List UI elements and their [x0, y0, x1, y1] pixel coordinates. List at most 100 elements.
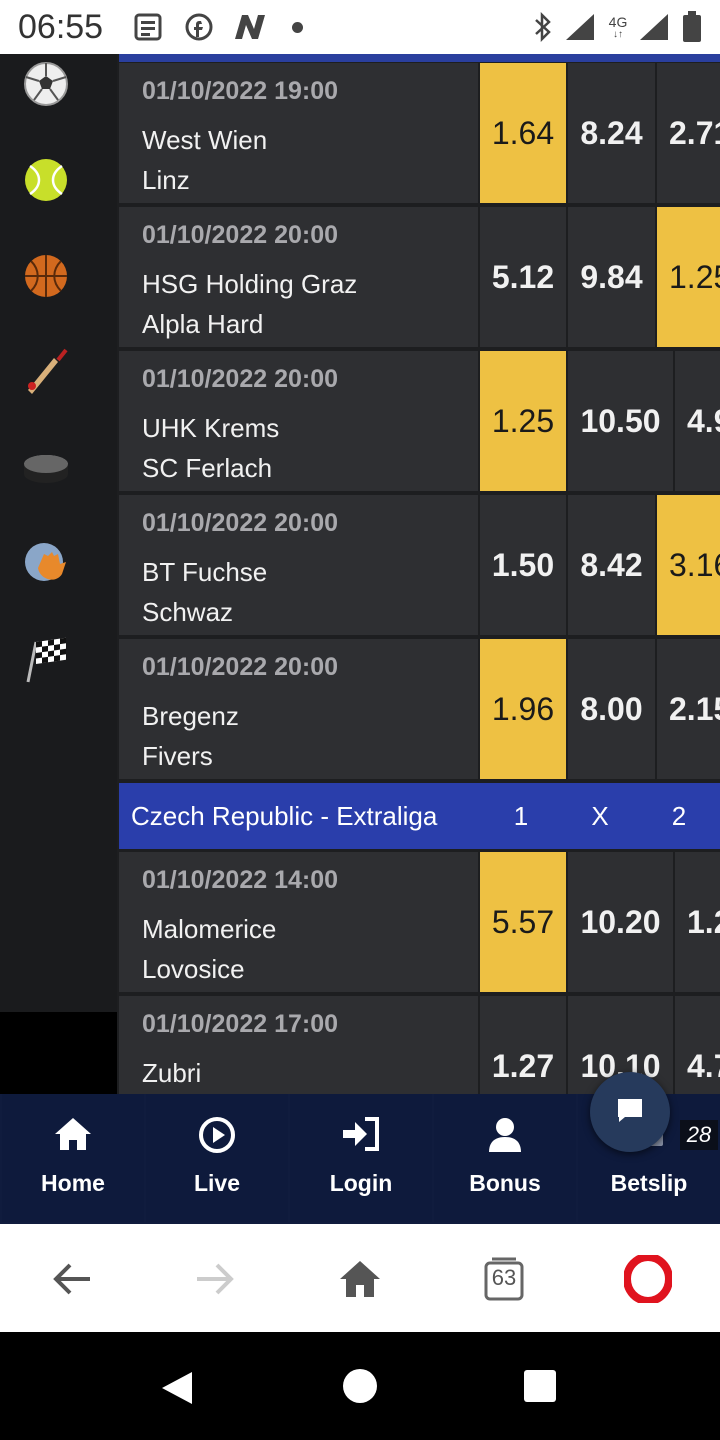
odd-draw-button[interactable]: 9.84 [568, 207, 655, 347]
browser-toolbar [0, 1224, 720, 1332]
nav-login[interactable]: Login [290, 1094, 432, 1222]
user-icon [434, 1116, 576, 1156]
home-team: HSG Holding Graz [142, 269, 358, 299]
match-row[interactable]: 01/10/2022 20:00 HSG Holding Graz Alpla … [119, 207, 720, 347]
status-time: 06:55 [18, 8, 104, 46]
opera-icon[interactable] [623, 1254, 673, 1304]
league-name: Czech Republic - Extraliga [131, 801, 438, 831]
odd-away-button[interactable]: 2.15 [657, 639, 720, 779]
play-circle-icon [146, 1116, 288, 1156]
match-row[interactable]: 01/10/2022 20:00 BT Fuchse Schwaz 1.50 8… [119, 495, 720, 635]
signal-icon [562, 12, 598, 42]
match-info[interactable]: 01/10/2022 14:00 Malomerice Lovosice [119, 852, 478, 992]
cricket-icon[interactable] [22, 348, 70, 396]
odd-away-button[interactable]: 2.71 [657, 63, 720, 203]
match-list: 01/10/2022 19:00 West Wien Linz 1.64 8.2… [119, 54, 720, 1094]
bluetooth-icon [530, 12, 556, 42]
nav-bonus[interactable]: Bonus [434, 1094, 576, 1222]
nav-live-label: Live [193, 1170, 241, 1196]
odd-draw-button[interactable]: 8.00 [568, 639, 655, 779]
home-team: Zubri [142, 1058, 202, 1088]
odd-away-button[interactable]: 1.2 [675, 852, 720, 992]
match-info[interactable]: 01/10/2022 20:00 Bregenz Fivers [119, 639, 478, 779]
status-bar: 06:55 4G ↓↑ [0, 0, 720, 54]
network-type-label: 4G [608, 14, 628, 30]
betslip-count-badge: 28 [680, 1120, 718, 1150]
tennis-icon[interactable] [22, 156, 70, 204]
news-icon [132, 12, 166, 42]
recents-square-icon[interactable] [522, 1368, 558, 1409]
match-datetime: 01/10/2022 20:00 [142, 509, 339, 537]
column-draw-label: X [591, 801, 609, 831]
home-circle-icon[interactable] [340, 1366, 380, 1411]
sidebar-footer [0, 1012, 117, 1094]
match-datetime: 01/10/2022 19:00 [142, 77, 339, 105]
battery-icon [680, 11, 704, 42]
back-triangle-icon[interactable] [158, 1368, 198, 1413]
match-datetime: 01/10/2022 17:00 [142, 1010, 339, 1038]
odd-away-button[interactable]: 4.7 [675, 996, 720, 1094]
column-home-label: 1 [513, 801, 529, 831]
odd-draw-button[interactable]: 8.42 [568, 495, 655, 635]
match-info[interactable]: 01/10/2022 17:00 Zubri [119, 996, 478, 1094]
odd-draw-button[interactable]: 10.20 [568, 852, 673, 992]
league-header[interactable]: Czech Republic - Extraliga 1 X 2 [119, 783, 720, 849]
home-icon [2, 1116, 144, 1156]
match-datetime: 01/10/2022 20:00 [142, 221, 339, 249]
basketball-icon[interactable] [22, 252, 70, 300]
home-icon[interactable] [335, 1254, 385, 1304]
odd-away-button[interactable]: 4.9 [675, 351, 720, 491]
ice-hockey-icon[interactable] [22, 444, 70, 492]
odd-home-button[interactable]: 1.50 [480, 495, 566, 635]
sports-sidebar [0, 54, 117, 1012]
odd-home-button[interactable]: 1.25 [480, 351, 566, 491]
odd-home-button[interactable]: 1.27 [480, 996, 566, 1094]
back-arrow-icon[interactable] [47, 1254, 97, 1304]
odd-home-button[interactable]: 1.96 [480, 639, 566, 779]
racing-flag-icon[interactable] [22, 636, 70, 684]
nav-login-label: Login [329, 1170, 393, 1196]
match-row[interactable]: 01/10/2022 20:00 UHK Krems SC Ferlach 1.… [119, 351, 720, 491]
home-team: BT Fuchse [142, 557, 268, 587]
android-nav-bar [0, 1332, 720, 1440]
match-row[interactable]: 01/10/2022 14:00 Malomerice Lovosice 5.5… [119, 852, 720, 992]
home-team: Bregenz [142, 701, 239, 731]
league-header-strip [119, 54, 720, 62]
column-away-label: 2 [671, 801, 687, 831]
nav-bonus-label: Bonus [469, 1170, 541, 1196]
away-team: Lovosice [142, 954, 245, 984]
match-info[interactable]: 01/10/2022 20:00 BT Fuchse Schwaz [119, 495, 478, 635]
odd-home-button[interactable]: 1.64 [480, 63, 566, 203]
away-team: SC Ferlach [142, 453, 273, 483]
odd-away-button[interactable]: 1.25 [657, 207, 720, 347]
odd-draw-button[interactable]: 8.24 [568, 63, 655, 203]
odd-home-button[interactable]: 5.12 [480, 207, 566, 347]
match-row[interactable]: 01/10/2022 19:00 West Wien Linz 1.64 8.2… [119, 63, 720, 203]
match-info[interactable]: 01/10/2022 20:00 HSG Holding Graz Alpla … [119, 207, 478, 347]
soccer-icon[interactable] [22, 60, 70, 108]
odd-home-button[interactable]: 5.57 [480, 852, 566, 992]
notification-dot-icon [292, 22, 303, 33]
facebook-icon [182, 12, 216, 42]
nav-home[interactable]: Home [2, 1094, 144, 1222]
chat-button[interactable] [590, 1072, 670, 1152]
main-content: 01/10/2022 19:00 West Wien Linz 1.64 8.2… [0, 54, 720, 1094]
sign-in-icon [290, 1116, 432, 1156]
match-info[interactable]: 01/10/2022 20:00 UHK Krems SC Ferlach [119, 351, 478, 491]
nav-home-label: Home [41, 1170, 105, 1196]
match-row[interactable]: 01/10/2022 20:00 Bregenz Fivers 1.96 8.0… [119, 639, 720, 779]
forward-arrow-icon[interactable] [190, 1254, 240, 1304]
match-info[interactable]: 01/10/2022 19:00 West Wien Linz [119, 63, 478, 203]
away-team: Alpla Hard [142, 309, 264, 339]
home-team: UHK Krems [142, 413, 280, 443]
signal-2-icon [636, 12, 672, 42]
nav-live[interactable]: Live [146, 1094, 288, 1222]
handball-icon[interactable] [22, 540, 70, 588]
home-team: West Wien [142, 125, 268, 155]
match-datetime: 01/10/2022 20:00 [142, 365, 339, 393]
nav-betslip-label: Betslip [610, 1170, 688, 1196]
odd-away-button[interactable]: 3.16 [657, 495, 720, 635]
n-app-icon [230, 12, 270, 42]
home-team: Malomerice [142, 914, 277, 944]
odd-draw-button[interactable]: 10.50 [568, 351, 673, 491]
